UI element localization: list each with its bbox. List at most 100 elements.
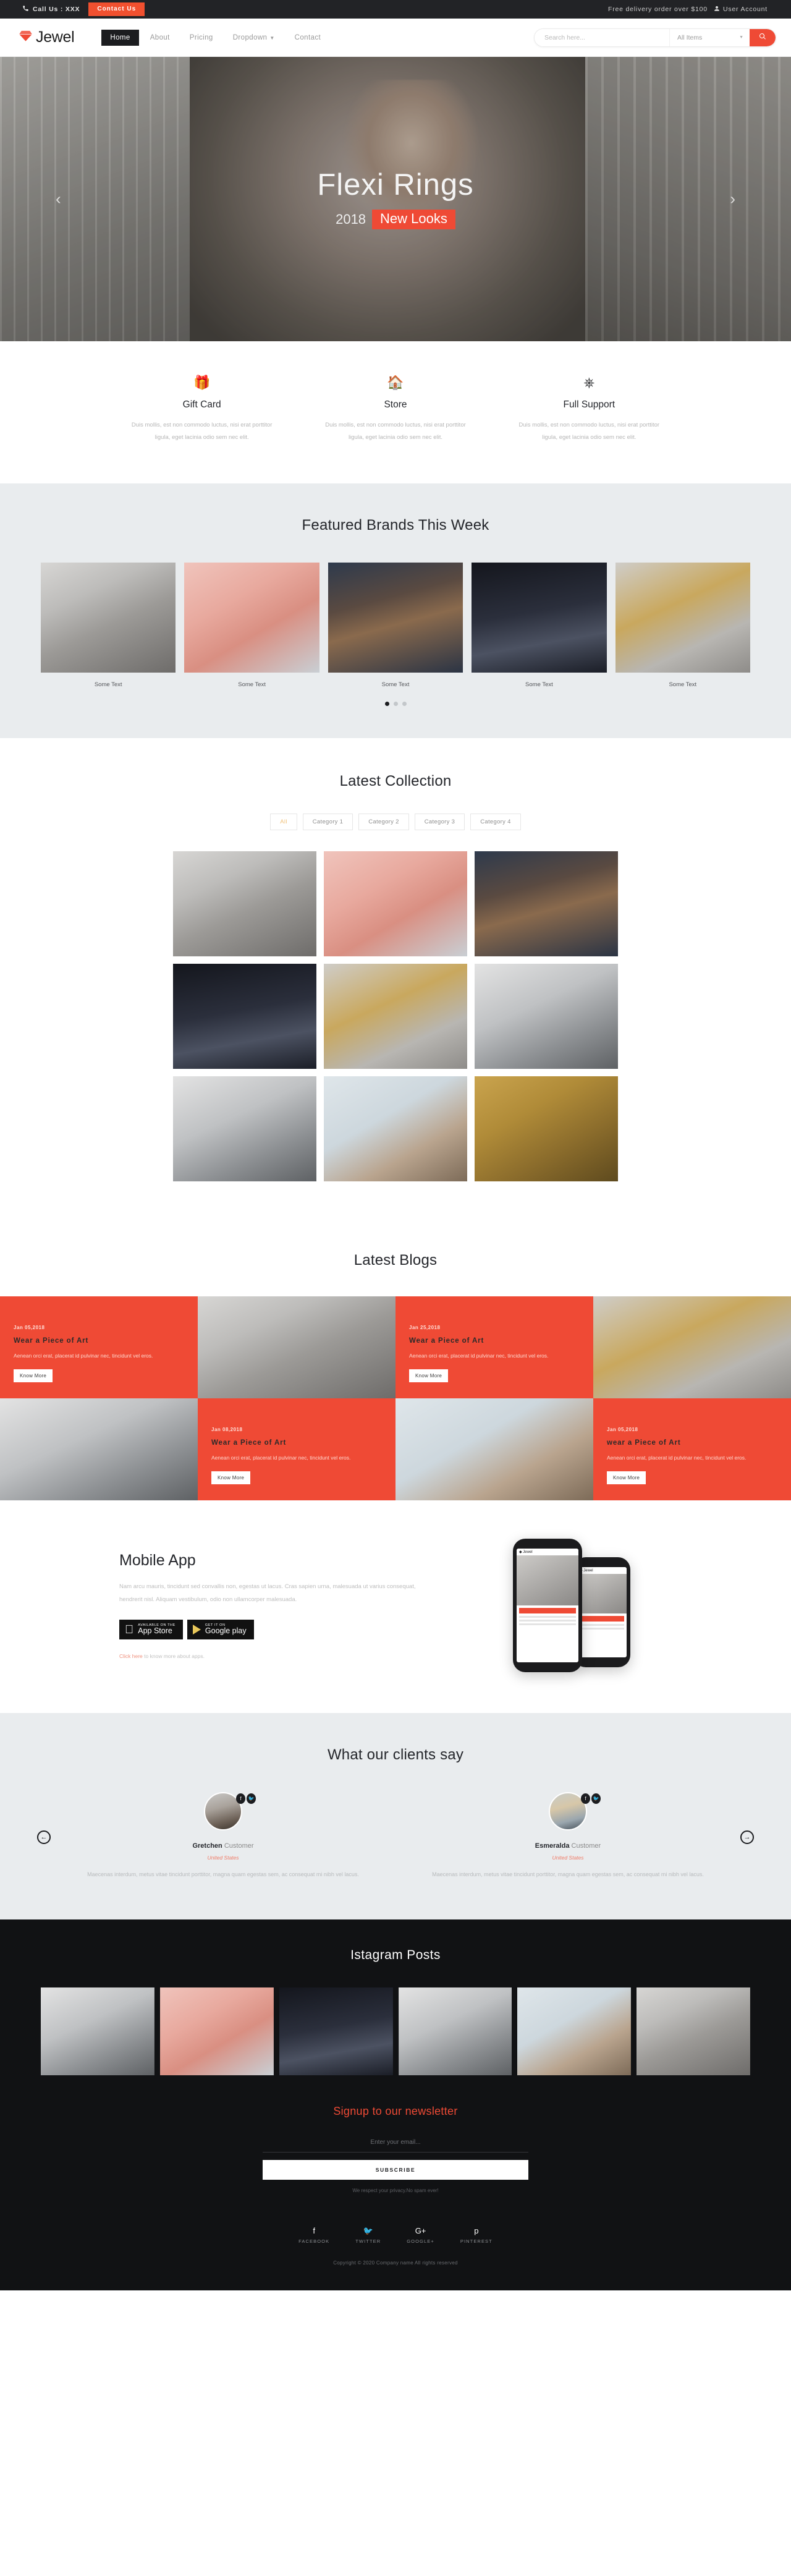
features-row: 🎁 Gift Card Duis mollis, est non commodo… [105, 376, 686, 444]
twitter-icon[interactable]: 🐦 [591, 1793, 601, 1804]
filter-category-2[interactable]: Category 2 [358, 813, 409, 830]
newsletter-privacy-note: We respect your privacy.No spam ever! [352, 2187, 439, 2193]
brand-card[interactable]: Some Text [184, 562, 319, 688]
nav-label: Dropdown [232, 33, 268, 41]
mobile-app-section: Mobile App Nam arcu mauris, tincidunt se… [0, 1500, 791, 1713]
app-store-button[interactable]:  AVAILABLE ON THE App Store [119, 1620, 183, 1640]
filter-category-3[interactable]: Category 3 [414, 813, 465, 830]
footer-pinterest-link[interactable]: p PINTEREST [460, 2225, 493, 2244]
collection-grid [0, 851, 791, 1181]
brand-card[interactable]: Some Text [328, 562, 463, 688]
nav-item-home[interactable]: Home [101, 29, 139, 46]
category-filter-row: All Category 1 Category 2 Category 3 Cat… [0, 813, 791, 830]
phone-nav: ◆ Jewel [517, 1548, 578, 1555]
collection-item[interactable] [475, 1076, 618, 1181]
nav-item-about[interactable]: About [142, 30, 179, 46]
know-more-button[interactable]: Know More [607, 1471, 646, 1484]
section-title: Latest Blogs [353, 1251, 438, 1269]
know-more-button[interactable]: Know More [409, 1369, 449, 1382]
footer-twitter-link[interactable]: 🐦 TWITTER [355, 2225, 381, 2244]
instagram-post[interactable] [517, 1987, 632, 2075]
blog-post-1: Jan 05,2018 Wear a Piece of Art Aenean o… [0, 1296, 198, 1398]
facebook-icon[interactable]: f [581, 1793, 590, 1804]
collection-item[interactable] [173, 851, 316, 956]
footer-googleplus-link[interactable]: G+ GOOGLE+ [407, 2225, 434, 2244]
nav-label: Home [110, 33, 130, 41]
blog-image-4 [396, 1398, 593, 1500]
blog-date: Jan 08,2018 [211, 1426, 243, 1432]
mobile-app-inner: Mobile App Nam arcu mauris, tincidunt se… [108, 1538, 683, 1672]
search-category-value: All Items [677, 33, 703, 41]
feature-text: Duis mollis, est non commodo luctus, nis… [518, 422, 660, 441]
instagram-post[interactable] [159, 1987, 274, 2075]
footer-social-label: GOOGLE+ [407, 2238, 434, 2244]
collection-item[interactable] [173, 1076, 316, 1181]
newsletter-email-input[interactable] [263, 2133, 528, 2153]
testimonial-next-button[interactable]: → [740, 1830, 754, 1844]
feature-store: 🏠 Store Duis mollis, est non commodo luc… [298, 376, 492, 444]
google-play-button[interactable]: GET IT ON Google play [187, 1620, 254, 1640]
know-more-button[interactable]: Know More [211, 1471, 251, 1484]
collection-item[interactable] [324, 963, 467, 1069]
blog-image-1 [198, 1296, 396, 1398]
avatar-wrap: f 🐦 [549, 1792, 601, 1830]
testimonial-prev-button[interactable]: ← [37, 1830, 51, 1844]
subscribe-button[interactable]: SUBSCRIBE [263, 2159, 528, 2180]
know-more-button[interactable]: Know More [14, 1369, 53, 1382]
instagram-post[interactable] [41, 1987, 154, 2075]
filter-category-1[interactable]: Category 1 [302, 813, 353, 830]
carousel-dot[interactable] [384, 701, 389, 706]
play-icon [192, 1625, 201, 1635]
main-navbar: Jewel Home About Pricing Dropdown ▼ Conta… [0, 19, 791, 57]
testimonial-social-icons: f 🐦 [236, 1793, 256, 1804]
search-submit-button[interactable] [750, 28, 776, 46]
collection-item[interactable] [173, 963, 316, 1069]
facebook-icon[interactable]: f [236, 1793, 245, 1804]
brand-card[interactable]: Some Text [40, 562, 176, 688]
testimonial-name: Gretchen Customer [79, 1842, 367, 1850]
testimonial-country: United States [552, 1854, 584, 1861]
filter-all[interactable]: All [270, 813, 297, 830]
hero-next-button[interactable]: › [730, 190, 735, 209]
user-account-link[interactable]: User Account [714, 6, 768, 14]
phone-line [519, 1619, 576, 1622]
instagram-post[interactable] [398, 1987, 512, 2075]
contact-us-button[interactable]: Contact Us [88, 2, 145, 16]
search-input[interactable] [535, 28, 669, 46]
feature-title: Full Support [563, 399, 615, 410]
blog-date: Jan 05,2018 [14, 1324, 45, 1330]
brand-card[interactable]: Some Text [472, 562, 607, 688]
nav-item-dropdown[interactable]: Dropdown ▼ [224, 30, 284, 46]
newsletter-form: SUBSCRIBE We respect your privacy.No spa… [263, 2133, 528, 2193]
hero-content: Flexi Rings 2018 New Looks [317, 168, 473, 229]
footer-social-label: PINTEREST [460, 2238, 493, 2244]
nav-item-contact[interactable]: Contact [286, 30, 329, 46]
brand-name: Jewel [36, 28, 75, 46]
latest-blogs-section: Latest Blogs Jan 05,2018 Wear a Piece of… [0, 1219, 791, 1500]
click-here-link[interactable]: Click here [119, 1653, 143, 1659]
carousel-dot[interactable] [402, 701, 407, 706]
footer-facebook-link[interactable]: f FACEBOOK [298, 2225, 329, 2244]
footer-social-label: FACEBOOK [298, 2238, 330, 2244]
feature-text: Duis mollis, est non commodo luctus, nis… [131, 422, 273, 441]
collection-item[interactable] [324, 851, 467, 956]
carousel-dot[interactable] [393, 701, 398, 706]
collection-item[interactable] [475, 851, 618, 956]
search-category-select[interactable]: All Items ▼ [669, 28, 750, 46]
collection-item[interactable] [475, 963, 618, 1069]
brand-card[interactable]: Some Text [615, 562, 751, 688]
instagram-post[interactable] [279, 1987, 393, 2075]
nav-label: About [150, 33, 170, 41]
brand-label: Some Text [525, 681, 553, 688]
instagram-post[interactable] [637, 1987, 750, 2075]
collection-item[interactable] [324, 1076, 467, 1181]
phone-accent-bar [519, 1607, 576, 1613]
app-store-big: App Store [129, 1626, 172, 1636]
filter-category-4[interactable]: Category 4 [470, 813, 521, 830]
blog-text: Jan 25,2018 Wear a Piece of Art Aenean o… [396, 1296, 593, 1398]
hero-prev-button[interactable]: ‹ [56, 190, 61, 209]
brand-logo[interactable]: Jewel [19, 28, 75, 46]
testimonials-row: ← f 🐦 Gretchen Customer United States Ma… [0, 1792, 791, 1881]
nav-item-pricing[interactable]: Pricing [181, 30, 222, 46]
twitter-icon[interactable]: 🐦 [247, 1793, 256, 1804]
